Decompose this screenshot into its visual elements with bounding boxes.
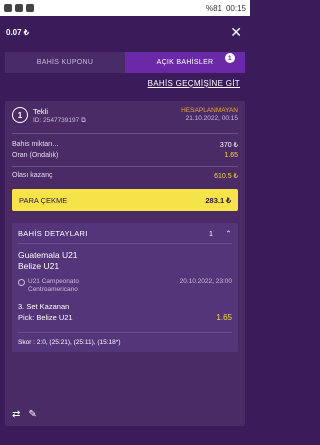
team-away: Belize U21	[18, 261, 60, 271]
league-name: U21 Campeonato Centroamericano	[28, 278, 79, 293]
pick-row: Pick: Belize U21 1.65	[18, 313, 232, 322]
tab-bar: BAHİS KUPONU AÇIK BAHİSLER 1	[5, 52, 245, 73]
bet-header: 1 Tekli ID: 2547739197 ⧉ HESAPLANMAYAN 2…	[12, 107, 238, 125]
league-row: U21 Campeonato Centroamericano 20.10.202…	[18, 278, 232, 294]
league: U21 Campeonato Centroamericano	[18, 278, 128, 294]
tab-label: BAHİS KUPONU	[36, 59, 94, 66]
details-title: BAHİS DETAYLARI	[18, 228, 88, 238]
details-controls: 1 ⌃	[209, 229, 232, 238]
edit-icon[interactable]: ✎	[28, 409, 36, 420]
top-bar: 0.07 ₺ ✕	[0, 16, 250, 48]
team-home: Guatemala U21	[18, 250, 78, 260]
cashout-label: PARA ÇEKME	[19, 195, 68, 205]
swap-icon[interactable]: ⇄	[12, 409, 20, 420]
chevron-up-icon[interactable]: ⌃	[225, 229, 232, 238]
bet-status-block: HESAPLANMAYAN 21.10.2022, 00:15	[181, 107, 238, 122]
card-actions: ⇄ ✎	[12, 409, 37, 420]
stake-row: Bahis miktarı... 370 ₺	[12, 139, 238, 150]
win-value: 610.5 ₺	[214, 172, 238, 180]
stake-value: 370 ₺	[219, 141, 238, 149]
divider	[12, 166, 238, 167]
market: 3. Set Kazanan	[18, 302, 70, 311]
details-count: 1	[208, 228, 214, 238]
event-date: 20.10.2022, 23:00	[179, 278, 232, 285]
status-right: %81 00:15	[206, 4, 246, 13]
tab-bet-slip[interactable]: BAHİS KUPONU	[5, 52, 125, 73]
count-badge: 1	[225, 53, 235, 63]
time-text: 00:15	[225, 3, 246, 13]
copy-icon[interactable]: ⧉	[81, 117, 86, 124]
close-icon[interactable]: ✕	[230, 24, 242, 41]
cashout-button[interactable]: PARA ÇEKME 283.1 ₺	[12, 189, 238, 211]
globe-icon	[18, 279, 25, 286]
history-link-text: BAHİS GEÇMİŞİNE GİT	[147, 79, 240, 88]
bet-number: 1	[12, 107, 28, 123]
divider	[12, 133, 238, 134]
pick-odds: 1.65	[216, 313, 232, 322]
status-bar: %81 00:15	[0, 0, 250, 16]
stake-label: Bahis miktarı...	[12, 141, 59, 148]
tab-open-bets[interactable]: AÇIK BAHİSLER 1	[125, 52, 245, 73]
pick: Pick: Belize U21	[18, 313, 73, 322]
bet-date: 21.10.2022, 00:15	[185, 115, 238, 122]
notification-icon	[26, 4, 34, 12]
bet-id: ID: 2547739197	[33, 117, 80, 124]
cashout-value: 283.1 ₺	[205, 195, 231, 205]
bet-id-row: ID: 2547739197 ⧉	[33, 117, 176, 125]
details-header[interactable]: BAHİS DETAYLARI 1 ⌃	[18, 223, 232, 243]
odds-value: 1.65	[224, 152, 238, 159]
signal-text: %81	[205, 3, 222, 13]
status-left	[4, 4, 34, 12]
odds-label: Oran (Ondalık)	[12, 152, 59, 159]
bet-info: Tekli ID: 2547739197 ⧉	[33, 107, 176, 125]
win-row: Olası kazanç 610.5 ₺	[12, 170, 238, 181]
bet-card: 1 Tekli ID: 2547739197 ⧉ HESAPLANMAYAN 2…	[5, 101, 245, 426]
win-label: Olası kazanç	[12, 172, 53, 179]
status-badge: HESAPLANMAYAN	[181, 107, 238, 114]
tab-label: AÇIK BAHİSLER	[156, 59, 214, 66]
notification-icon	[15, 4, 23, 12]
balance: 0.07 ₺	[6, 27, 29, 37]
score: Skor : 2:0, (25:21), (25:11), (15:18*)	[18, 332, 232, 352]
odds-row: Oran (Ondalık) 1.65	[12, 150, 238, 161]
history-link[interactable]: BAHİS GEÇMİŞİNE GİT	[0, 73, 250, 93]
notification-icon	[4, 4, 12, 12]
event: Guatemala U21 Belize U21 U21 Campeonato …	[18, 243, 232, 325]
bet-details: BAHİS DETAYLARI 1 ⌃ Guatemala U21 Belize…	[12, 223, 238, 352]
bet-type: Tekli	[33, 107, 49, 116]
